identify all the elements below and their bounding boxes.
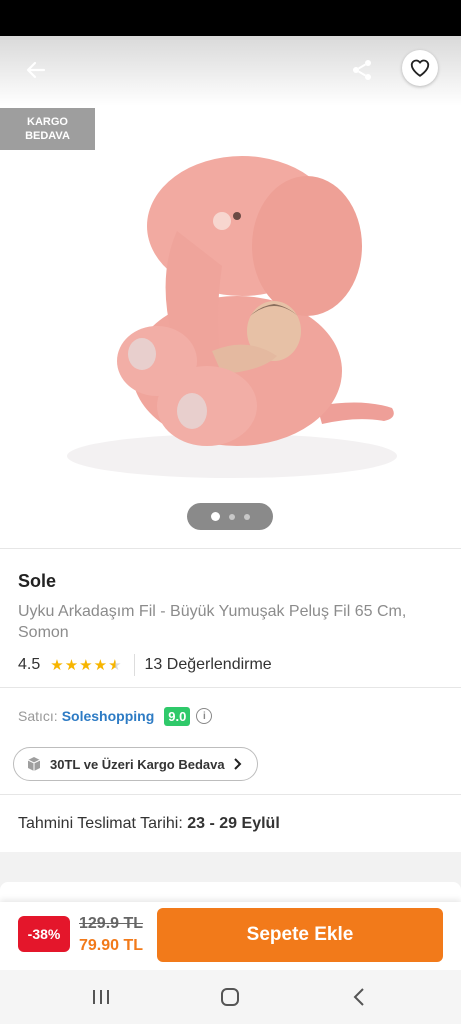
- seller-label: Satıcı:: [18, 708, 58, 724]
- old-price: 129.9 TL: [79, 915, 144, 932]
- purchase-bar: -38% 129.9 TL 79.90 TL Sepete Ekle: [0, 902, 461, 970]
- delivery-dates: 23 - 29 Eylül: [187, 815, 280, 832]
- pager-dot[interactable]: [228, 513, 235, 520]
- image-pager[interactable]: [187, 503, 273, 530]
- info-icon[interactable]: i: [196, 708, 213, 724]
- current-price: 79.90 TL: [79, 937, 144, 954]
- system-navigation-bar: [0, 970, 461, 1024]
- half-star-icon: ★: [108, 656, 122, 674]
- badge-line: BEDAVA: [25, 130, 70, 142]
- review-count[interactable]: 13 Değerlendirme: [145, 656, 272, 674]
- home-button[interactable]: [215, 982, 245, 1012]
- free-cargo-button[interactable]: 30TL ve Üzeri Kargo Bedava: [13, 747, 258, 781]
- box-icon: [27, 757, 41, 771]
- recent-apps-icon: [93, 990, 109, 1004]
- divider: [0, 687, 461, 688]
- arrow-left-icon: [26, 61, 46, 79]
- product-info-card: Sole Uyku Arkadaşım Fil - Büyük Yumuşak …: [0, 548, 461, 832]
- chevron-left-icon: [353, 988, 364, 1006]
- rating-row[interactable]: 4.5 ★ ★ ★ ★ ★ 13 Değerlendirme: [18, 654, 272, 676]
- seller-row: Satıcı: Soleshopping 9.0 i: [18, 704, 213, 728]
- star-icon: ★: [50, 656, 64, 674]
- recent-apps-button[interactable]: [86, 982, 116, 1012]
- share-button[interactable]: [346, 54, 378, 86]
- status-bar: [0, 0, 461, 36]
- delivery-label: Tahmini Teslimat Tarihi:: [18, 815, 183, 832]
- favorite-button[interactable]: [402, 50, 438, 86]
- delivery-estimate: Tahmini Teslimat Tarihi: 23 - 29 Eylül: [18, 815, 280, 833]
- home-icon: [221, 988, 239, 1006]
- rating-stars: ★ ★ ★ ★ ★: [50, 658, 121, 673]
- rating-value: 4.5: [18, 656, 41, 673]
- star-icon: ★: [64, 656, 79, 674]
- product-image-gallery[interactable]: KARGO BEDAVA: [0, 36, 461, 548]
- chevron-right-icon: [233, 758, 242, 770]
- product-image-elephant-plush[interactable]: [62, 136, 402, 481]
- star-icon: ★: [93, 656, 108, 674]
- seller-link[interactable]: Soleshopping: [62, 708, 155, 724]
- share-icon: [353, 60, 371, 80]
- free-cargo-badge: KARGO BEDAVA: [0, 108, 95, 150]
- pager-dot[interactable]: [210, 512, 220, 521]
- star-icon: ★: [79, 656, 93, 674]
- heart-icon: [410, 59, 430, 77]
- back-nav-button[interactable]: [344, 982, 374, 1012]
- badge-line: KARGO: [27, 116, 68, 128]
- product-name: Uyku Arkadaşım Fil - Büyük Yumuşak Peluş…: [18, 603, 407, 641]
- divider: [0, 794, 461, 795]
- pager-dot[interactable]: [243, 513, 250, 520]
- add-to-cart-button[interactable]: Sepete Ekle: [157, 908, 443, 962]
- header-gradient: [0, 36, 461, 106]
- free-cargo-label: 30TL ve Üzeri Kargo Bedava: [50, 756, 225, 772]
- back-button[interactable]: [20, 54, 52, 86]
- discount-badge: -38%: [18, 916, 70, 952]
- brand-name[interactable]: Sole: [18, 571, 56, 592]
- divider: [133, 654, 135, 676]
- seller-score-badge: 9.0: [164, 706, 191, 726]
